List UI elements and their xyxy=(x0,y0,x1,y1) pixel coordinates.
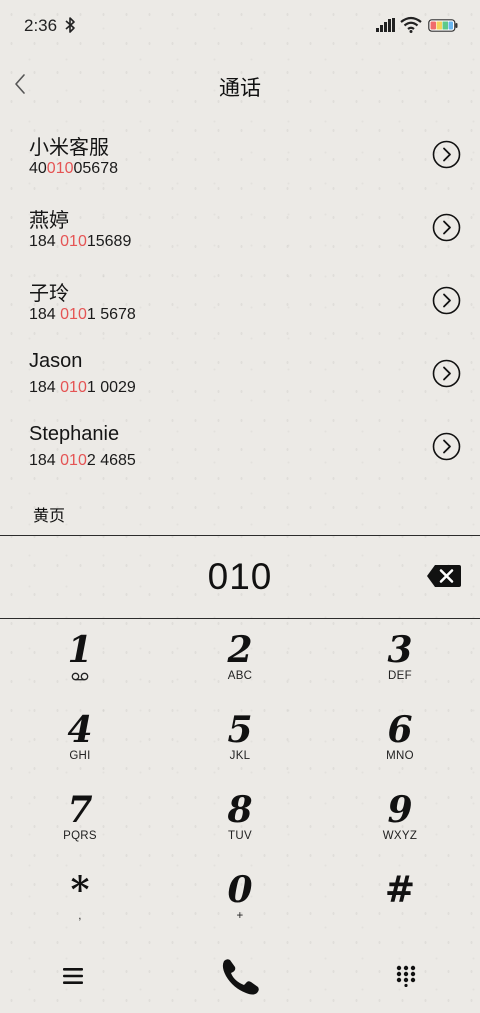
chevron-right-icon xyxy=(432,140,461,169)
status-bar: 2:36 xyxy=(0,0,480,52)
key-3[interactable]: 3 DEF xyxy=(340,630,460,700)
key-digit: 1 xyxy=(67,629,93,671)
signal-icon xyxy=(376,18,395,32)
call-icon[interactable] xyxy=(218,956,262,996)
contact-number: 184 01015689 xyxy=(29,233,131,251)
key-digit: 0 xyxy=(227,869,253,911)
contact-name: Jason xyxy=(29,350,83,372)
header: 通话 xyxy=(0,60,480,110)
voicemail-icon xyxy=(71,672,89,681)
key-digit: 9 xyxy=(387,789,413,831)
number-suffix: 2 4685 xyxy=(86,452,136,469)
key-digit: 8 xyxy=(227,789,253,831)
key-0[interactable]: 0 + xyxy=(180,870,300,940)
key-digit: 3 xyxy=(387,629,413,671)
contact-row[interactable]: Jason 184 0101 0029 xyxy=(0,337,480,410)
contact-name: 子玲 xyxy=(29,283,69,305)
contact-detail-button[interactable] xyxy=(432,359,461,388)
chevron-right-icon xyxy=(432,359,461,388)
key-letters: ABC xyxy=(227,670,253,682)
key-letters: JKL xyxy=(229,750,251,762)
contact-detail-button[interactable] xyxy=(432,140,461,169)
contact-name: Stephanie xyxy=(29,423,120,445)
key-digit: 7 xyxy=(67,789,93,831)
contact-list: 小米客服 4001005678 燕婷 184 01015689 子玲 184 0101 5… xyxy=(0,118,480,483)
key-digit: 5 xyxy=(227,709,253,751)
bottom-bar xyxy=(0,950,480,1002)
backspace-button[interactable] xyxy=(426,564,462,588)
key-8[interactable]: 8 TUV xyxy=(180,790,300,860)
divider-bottom xyxy=(0,618,480,619)
number-match-highlight: 010 xyxy=(60,306,87,323)
number-suffix: 15689 xyxy=(86,233,132,250)
divider-top xyxy=(0,535,480,536)
contact-detail-button[interactable] xyxy=(432,213,461,242)
contact-number: 184 0101 5678 xyxy=(29,306,136,324)
key-hash[interactable]: # xyxy=(340,870,460,940)
key-2[interactable]: 2 ABC xyxy=(180,630,300,700)
number-suffix: 1 0029 xyxy=(86,379,136,396)
key-6[interactable]: 6 MNO xyxy=(340,710,460,780)
key-letters: , xyxy=(78,910,82,922)
contact-name: 小米客服 xyxy=(29,137,109,159)
number-prefix: 184 xyxy=(29,452,61,469)
contact-row[interactable]: 小米客服 4001005678 xyxy=(0,118,480,191)
key-4[interactable]: 4 GHI xyxy=(20,710,140,780)
number-match-highlight: 010 xyxy=(60,233,87,250)
key-digit: * xyxy=(70,869,90,911)
number-match-highlight: 010 xyxy=(46,160,74,177)
number-prefix: 184 xyxy=(29,233,61,250)
contact-row[interactable]: Stephanie 184 0102 4685 xyxy=(0,410,480,483)
key-digit: # xyxy=(384,869,416,911)
key-letters: TUV xyxy=(228,830,252,842)
page-title: 通话 xyxy=(219,77,261,100)
key-digit: 2 xyxy=(227,629,253,671)
key-letters: + xyxy=(236,910,244,922)
number-suffix: 05678 xyxy=(73,160,119,177)
wifi-icon xyxy=(400,16,422,33)
key-digit: 6 xyxy=(387,709,413,751)
number-prefix: 184 xyxy=(29,379,61,396)
contact-number: 184 0102 4685 xyxy=(29,452,136,470)
key-letters: MNO xyxy=(386,750,414,762)
key-digit: 4 xyxy=(67,709,93,751)
number-suffix: 1 5678 xyxy=(86,306,136,323)
key-9[interactable]: 9 WXYZ xyxy=(340,790,460,860)
number-match-highlight: 010 xyxy=(60,452,87,469)
contact-row[interactable]: 燕婷 184 01015689 xyxy=(0,191,480,264)
chevron-right-icon xyxy=(432,286,461,315)
contact-detail-button[interactable] xyxy=(432,286,461,315)
menu-icon[interactable] xyxy=(62,966,84,986)
key-1[interactable]: 1 xyxy=(20,630,140,700)
contact-number: 4001005678 xyxy=(29,160,118,178)
key-7[interactable]: 7 PQRS xyxy=(20,790,140,860)
key-5[interactable]: 5 JKL xyxy=(180,710,300,780)
contact-detail-button[interactable] xyxy=(432,432,461,461)
number-match-highlight: 010 xyxy=(60,379,87,396)
contact-number: 184 0101 0029 xyxy=(29,379,136,397)
key-letters: WXYZ xyxy=(382,830,418,842)
number-prefix: 184 xyxy=(29,306,61,323)
backspace-icon xyxy=(427,565,461,587)
key-letters: PQRS xyxy=(63,830,97,842)
dialpad-grid-icon[interactable] xyxy=(396,965,416,987)
number-prefix: 40 xyxy=(29,160,47,177)
chevron-right-icon xyxy=(432,432,461,461)
key-letters: DEF xyxy=(388,670,412,682)
bluetooth-icon xyxy=(65,17,75,33)
contact-row[interactable]: 子玲 184 0101 5678 xyxy=(0,264,480,337)
chevron-right-icon xyxy=(432,213,461,242)
status-time: 2:36 xyxy=(24,16,58,35)
key-letters: GHI xyxy=(69,750,91,762)
contact-name: 燕婷 xyxy=(29,210,69,232)
battery-icon xyxy=(428,19,458,32)
dial-number-display[interactable]: 010 xyxy=(0,556,480,598)
yellow-pages-label[interactable]: 黄页 xyxy=(33,502,65,526)
key-star[interactable]: *, xyxy=(20,870,140,940)
